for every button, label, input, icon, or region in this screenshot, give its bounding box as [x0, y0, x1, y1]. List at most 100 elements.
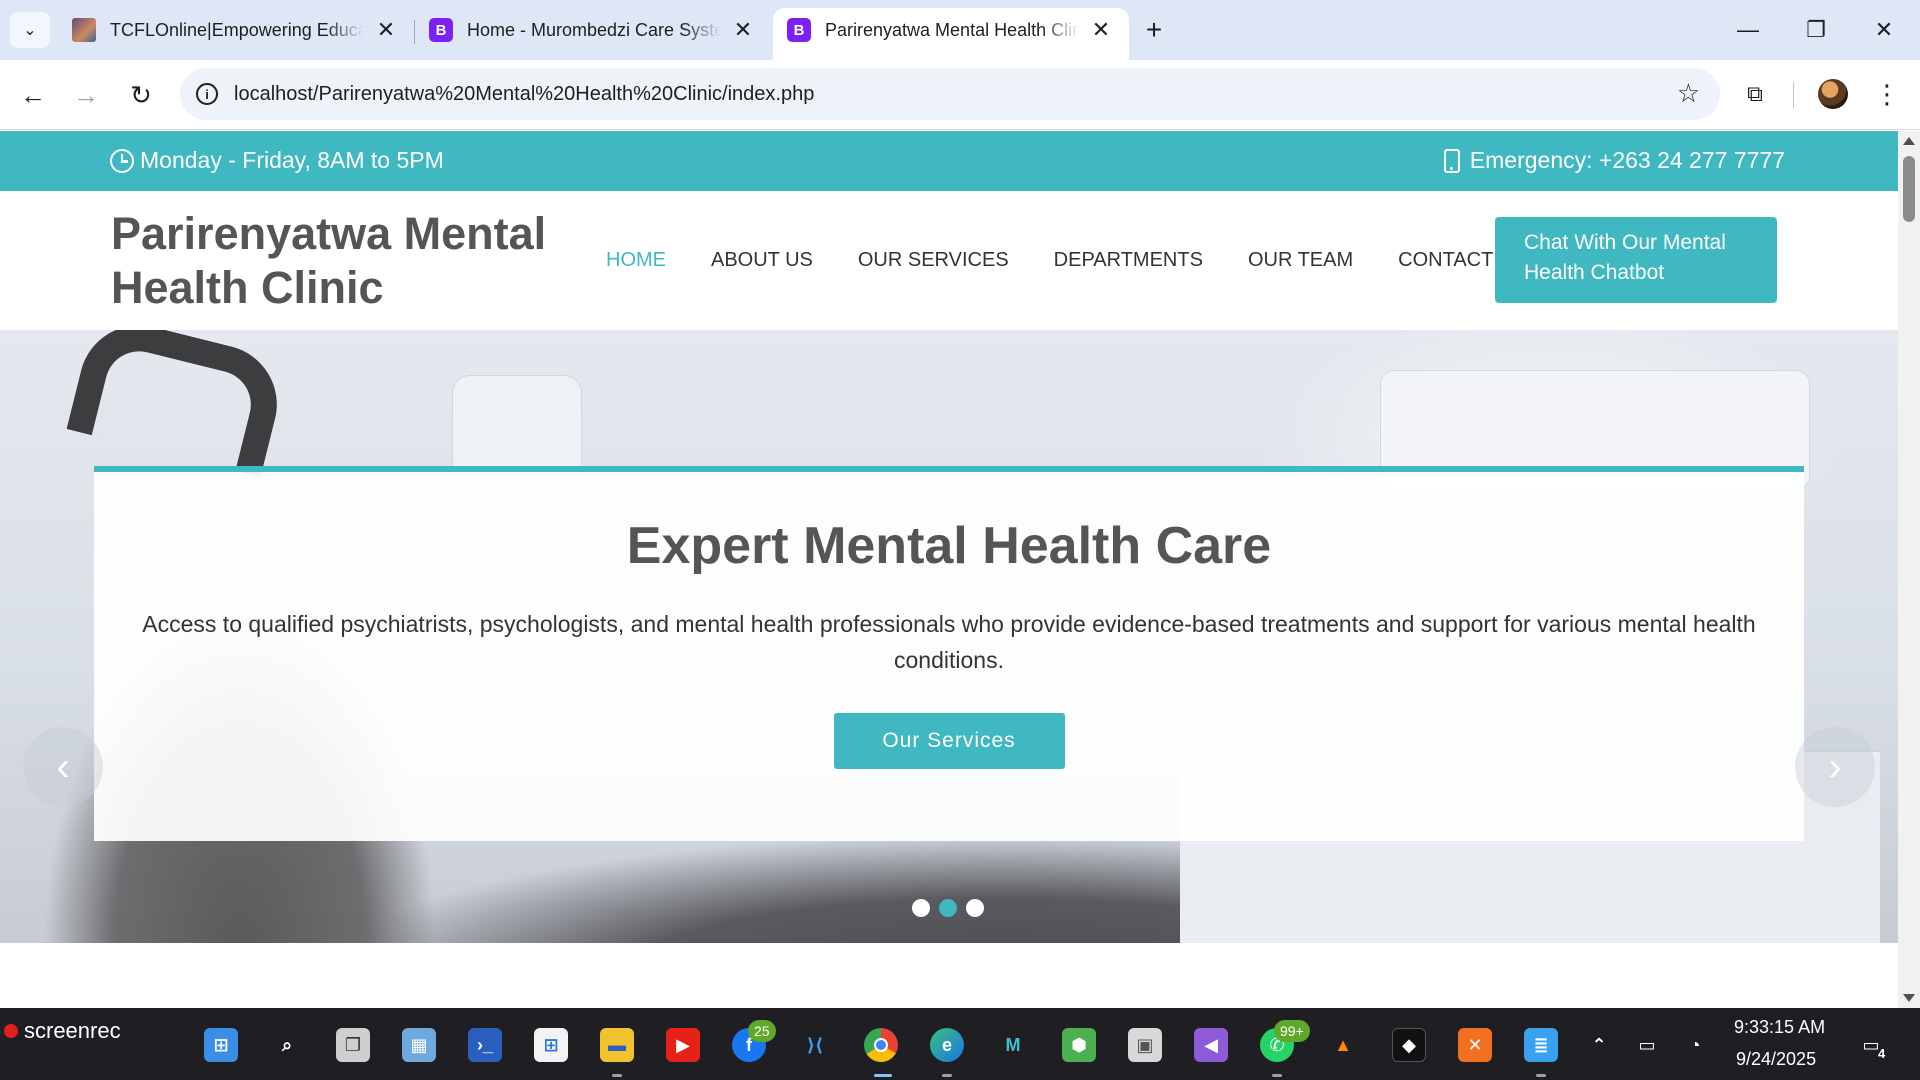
background-photo-chair: [66, 330, 290, 478]
wifi-icon[interactable]: ◔: [1678, 1028, 1712, 1062]
bookmark-star-icon[interactable]: ☆: [1677, 78, 1700, 109]
extensions-button[interactable]: ⧉: [1738, 77, 1772, 111]
tray-chevron-up-icon[interactable]: ⌃: [1582, 1028, 1616, 1062]
address-bar[interactable]: i localhost/Parirenyatwa%20Mental%20Heal…: [180, 68, 1720, 120]
opening-hours-text: Monday - Friday, 8AM to 5PM: [140, 147, 444, 173]
screenrec-label: screenrec: [24, 1018, 121, 1043]
page-scrollbar[interactable]: [1898, 131, 1920, 1008]
back-button[interactable]: ←: [13, 75, 53, 115]
running-indicator: [612, 1074, 622, 1077]
slide-title: Expert Mental Health Care: [626, 517, 1272, 575]
tcfl-favicon-icon: [72, 18, 96, 42]
nav-about-us[interactable]: ABOUT US: [711, 249, 813, 272]
close-window-button[interactable]: ✕: [1854, 8, 1914, 52]
browser-menu-button[interactable]: ⋮: [1872, 77, 1902, 111]
edge-icon[interactable]: e: [930, 1028, 964, 1062]
nav-departments[interactable]: DEPARTMENTS: [1054, 249, 1203, 272]
visual-studio-icon[interactable]: ◀: [1194, 1028, 1228, 1062]
info-topbar: Monday - Friday, 8AM to 5PM Emergency: +…: [0, 131, 1898, 191]
widgets-icon[interactable]: ▦: [402, 1028, 436, 1062]
profile-avatar[interactable]: [1818, 79, 1848, 109]
vscode-icon[interactable]: ⟩⟨: [798, 1028, 832, 1062]
running-indicator: [1536, 1074, 1546, 1077]
tab-title: Parirenyatwa Mental Health Clinic: [825, 19, 1079, 40]
carousel-indicator-1[interactable]: [912, 899, 930, 917]
vlc-icon[interactable]: ▲: [1326, 1028, 1360, 1062]
chatbot-label-line-1: Chat With Our Mental: [1524, 231, 1726, 254]
tab-search-button[interactable]: ⌄: [10, 12, 50, 48]
microsoft-store-icon[interactable]: ⊞: [534, 1028, 568, 1062]
start-windows-icon[interactable]: ⊞: [204, 1028, 238, 1062]
running-indicator-active: [874, 1074, 892, 1077]
record-dot-icon: [4, 1024, 18, 1038]
brand-line-1: Parirenyatwa Mental: [111, 208, 547, 259]
close-tab-icon[interactable]: ✕: [729, 16, 757, 44]
brand-line-2: Health Clinic: [111, 262, 384, 313]
tab-murombedzi[interactable]: B Home - Murombedzi Care System ✕: [415, 8, 771, 60]
main-navigation: HOME ABOUT US OUR SERVICES DEPARTMENTS O…: [606, 249, 1538, 272]
our-services-button[interactable]: Our Services: [833, 713, 1065, 769]
clock-date[interactable]: 9/24/2025: [1736, 1049, 1816, 1070]
chatbot-label-line-2: Health Chatbot: [1524, 261, 1665, 284]
site-logo[interactable]: Parirenyatwa Mental Health Clinic: [111, 207, 571, 315]
new-tab-button[interactable]: +: [1138, 14, 1170, 46]
tab-tcfl[interactable]: TCFLOnline|Empowering Educators ✕: [58, 8, 414, 60]
carousel-indicator-2[interactable]: [939, 899, 957, 917]
powershell-icon[interactable]: ›_: [468, 1028, 502, 1062]
reload-button[interactable]: ↻: [121, 75, 161, 115]
youtube-icon[interactable]: ▶: [666, 1028, 700, 1062]
notepad-icon[interactable]: ≣: [1524, 1028, 1558, 1062]
screenrec-overlay: screenrec: [4, 1018, 121, 1044]
chevron-left-icon: ‹: [56, 744, 70, 789]
app-dark-icon[interactable]: ◆: [1392, 1028, 1426, 1062]
carousel-prev-button[interactable]: ‹: [23, 727, 103, 807]
scroll-up-icon[interactable]: [1903, 137, 1915, 145]
arrow-left-icon: ←: [20, 79, 46, 110]
chevron-right-icon: ›: [1828, 744, 1842, 789]
forward-button[interactable]: →: [66, 75, 106, 115]
bootstrap-favicon-icon: B: [787, 18, 811, 42]
close-tab-icon[interactable]: ✕: [1087, 16, 1115, 44]
tab-title: Home - Murombedzi Care System: [467, 19, 721, 40]
minimize-button[interactable]: —: [1718, 8, 1778, 52]
search-icon[interactable]: ⌕: [270, 1028, 304, 1062]
puzzle-icon: ⧉: [1747, 81, 1763, 106]
hero-carousel: Expert Mental Health Care Access to qual…: [0, 330, 1898, 943]
carousel-indicator-3[interactable]: [966, 899, 984, 917]
kebab-menu-icon: ⋮: [1874, 78, 1900, 109]
emergency-contact: Emergency: +263 24 277 7777: [1443, 147, 1785, 174]
reload-icon: ↻: [130, 79, 152, 110]
task-view-icon[interactable]: ❐: [336, 1028, 370, 1062]
slide-caption-card: Expert Mental Health Care Access to qual…: [94, 466, 1804, 841]
carousel-next-button[interactable]: ›: [1795, 727, 1875, 807]
nav-our-team[interactable]: OUR TEAM: [1248, 249, 1353, 272]
nav-home[interactable]: HOME: [606, 249, 666, 272]
tab-title: TCFLOnline|Empowering Educators: [110, 19, 364, 40]
url-text: localhost/Parirenyatwa%20Mental%20Health…: [234, 82, 815, 105]
battery-icon[interactable]: ▭: [1630, 1028, 1664, 1062]
restore-button[interactable]: ❐: [1786, 8, 1846, 52]
clock-time[interactable]: 9:33:15 AM: [1734, 1017, 1825, 1038]
nav-contact[interactable]: CONTACT: [1398, 249, 1493, 272]
chrome-center-icon: [874, 1038, 888, 1052]
nav-our-services[interactable]: OUR SERVICES: [858, 249, 1009, 272]
chatbot-button[interactable]: Chat With Our Mental Health Chatbot: [1495, 217, 1777, 303]
facebook-badge: 25: [748, 1020, 776, 1042]
file-explorer-icon[interactable]: ▬: [600, 1028, 634, 1062]
scroll-down-icon[interactable]: [1903, 994, 1915, 1002]
xampp-icon[interactable]: ✕: [1458, 1028, 1492, 1062]
app-window-icon[interactable]: ▣: [1128, 1028, 1162, 1062]
notification-count: 4: [1878, 1046, 1886, 1061]
chrome-icon[interactable]: [864, 1028, 898, 1062]
browser-toolbar: ← → ↻ i localhost/Parirenyatwa%20Mental%…: [0, 60, 1920, 130]
scroll-thumb[interactable]: [1903, 156, 1915, 222]
whatsapp-badge: 99+: [1274, 1020, 1310, 1042]
restore-icon: ❐: [1806, 17, 1826, 42]
running-indicator: [1272, 1074, 1282, 1077]
node-hexagon-icon[interactable]: ⬢: [1062, 1028, 1096, 1062]
app-m-icon[interactable]: M: [996, 1028, 1030, 1062]
tab-parirenyatwa[interactable]: B Parirenyatwa Mental Health Clinic ✕: [773, 8, 1129, 60]
plus-icon: +: [1145, 14, 1163, 45]
close-tab-icon[interactable]: ✕: [372, 16, 400, 44]
site-info-icon[interactable]: i: [196, 83, 218, 105]
